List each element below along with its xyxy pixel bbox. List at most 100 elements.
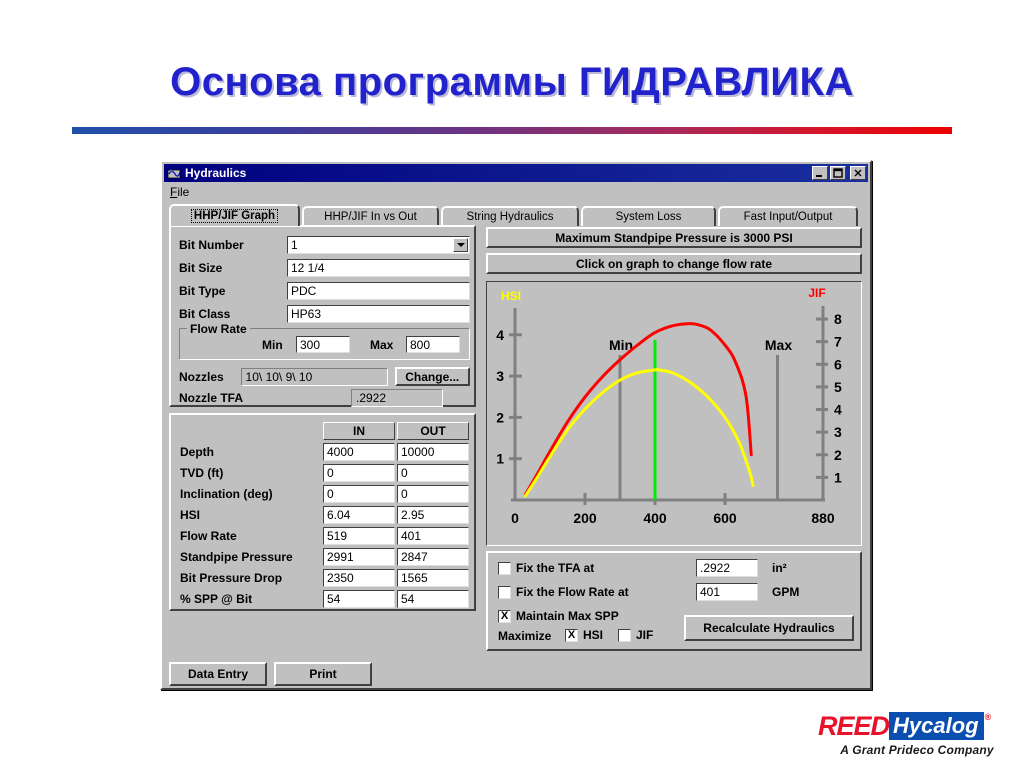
bit-number-combo[interactable]: 1 bbox=[287, 235, 470, 254]
tab-label: Fast Input/Output bbox=[743, 211, 833, 223]
print-button[interactable]: Print bbox=[274, 662, 372, 686]
svg-text:1: 1 bbox=[496, 451, 504, 467]
tab-label: HHP/JIF In vs Out bbox=[324, 211, 417, 223]
window-title: Hydraulics bbox=[185, 166, 247, 180]
row-label: Depth bbox=[180, 444, 214, 459]
cell-in[interactable]: 2350 bbox=[323, 568, 395, 587]
recalculate-hydraulics-button[interactable]: Recalculate Hydraulics bbox=[684, 615, 854, 641]
svg-text:Max: Max bbox=[765, 337, 792, 353]
registered-trademark-icon: ® bbox=[984, 712, 992, 722]
fix-flow-row: Fix the Flow Rate at bbox=[498, 585, 629, 599]
bit-number-label: Bit Number bbox=[179, 237, 244, 252]
fix-flow-rate-input[interactable]: 401 bbox=[696, 583, 758, 601]
logo-wordmark: REED Hycalog ® bbox=[818, 712, 1016, 740]
options-panel: Fix the TFA at .2922 in² Fix the Flow Ra… bbox=[486, 551, 862, 651]
cell-out[interactable]: 401 bbox=[397, 526, 469, 545]
maintain-spp-row: X Maintain Max SPP bbox=[498, 609, 619, 623]
reed-hycalog-logo: REED Hycalog ® A Grant Prideco Company bbox=[818, 712, 1016, 762]
logo-reed-text: REED bbox=[818, 711, 890, 741]
change-nozzles-button[interactable]: Change... bbox=[394, 367, 470, 386]
cell-in[interactable]: 0 bbox=[323, 463, 395, 482]
cell-out[interactable]: 0 bbox=[397, 484, 469, 503]
cell-in[interactable]: 0 bbox=[323, 484, 395, 503]
maximize-icon[interactable] bbox=[830, 166, 846, 180]
tab-string-hydraulics[interactable]: String Hydraulics bbox=[441, 206, 579, 226]
bit-size-input[interactable]: 12 1/4 bbox=[287, 258, 470, 277]
hydraulics-window: Hydraulics FFileile HHP/JIF Graph HHP/JI… bbox=[160, 160, 872, 690]
maximize-jif-checkbox[interactable] bbox=[618, 628, 631, 642]
cell-out[interactable]: 0 bbox=[397, 463, 469, 482]
maximize-hsi-checkbox[interactable]: X bbox=[565, 628, 578, 642]
cell-out[interactable]: 10000 bbox=[397, 442, 469, 461]
svg-text:2: 2 bbox=[496, 409, 504, 425]
hhp-jif-chart[interactable]: 1 2 3 4 1 2 3 4 5 6 7 8 0 200 400 600 880 HSI JIF Min Max bbox=[486, 281, 862, 546]
svg-text:3: 3 bbox=[496, 368, 504, 384]
cell-out[interactable]: 54 bbox=[397, 589, 469, 608]
fix-flow-rate-unit: GPM bbox=[772, 585, 800, 599]
menu-item-file[interactable]: FFileile bbox=[164, 184, 195, 200]
table-row: Depth 4000 10000 bbox=[177, 441, 471, 462]
left-column: Bit Number 1 Bit Size 12 1/4 Bit Type PD… bbox=[169, 225, 476, 655]
fix-tfa-label: Fix the TFA at bbox=[516, 561, 595, 575]
nozzles-value: 10\ 10\ 9\ 10 bbox=[240, 367, 388, 386]
svg-text:8: 8 bbox=[834, 311, 842, 327]
bit-class-input[interactable]: HP63 bbox=[287, 304, 470, 323]
cell-in[interactable]: 519 bbox=[323, 526, 395, 545]
window-titlebar: Hydraulics bbox=[164, 164, 868, 182]
tab-label: System Loss bbox=[615, 211, 682, 223]
svg-text:4: 4 bbox=[496, 327, 504, 343]
right-column: Maximum Standpipe Pressure is 3000 PSI C… bbox=[482, 225, 866, 655]
data-entry-button[interactable]: Data Entry bbox=[169, 662, 267, 686]
table-row: Bit Pressure Drop 2350 1565 bbox=[177, 567, 471, 588]
fix-tfa-input[interactable]: .2922 bbox=[696, 559, 758, 577]
tab-label: String Hydraulics bbox=[466, 211, 554, 223]
cell-in[interactable]: 4000 bbox=[323, 442, 395, 461]
chevron-down-icon[interactable] bbox=[453, 237, 468, 252]
field-row-bit-class: Bit Class HP63 bbox=[179, 304, 470, 323]
flow-max-input[interactable]: 800 bbox=[406, 336, 460, 353]
logo-tagline: A Grant Prideco Company bbox=[840, 743, 994, 757]
cell-in[interactable]: 2991 bbox=[323, 547, 395, 566]
bit-info-panel: Bit Number 1 Bit Size 12 1/4 Bit Type PD… bbox=[169, 225, 476, 407]
menu-bar: FFileile bbox=[164, 183, 868, 201]
row-label: Standpipe Pressure bbox=[180, 549, 293, 564]
flow-min-input[interactable]: 300 bbox=[296, 336, 350, 353]
table-row: Standpipe Pressure 2991 2847 bbox=[177, 546, 471, 567]
svg-text:0: 0 bbox=[511, 510, 519, 526]
cell-in[interactable]: 54 bbox=[323, 589, 395, 608]
column-header-in: IN bbox=[323, 421, 395, 440]
svg-text:5: 5 bbox=[834, 379, 842, 395]
maximize-jif-label: JIF bbox=[636, 628, 654, 642]
row-label: Bit Pressure Drop bbox=[180, 570, 283, 585]
bit-type-input[interactable]: PDC bbox=[287, 281, 470, 300]
tab-system-loss[interactable]: System Loss bbox=[581, 206, 716, 226]
fix-flow-rate-label: Fix the Flow Rate at bbox=[516, 585, 629, 599]
nozzles-label: Nozzles bbox=[179, 369, 224, 384]
title-divider bbox=[72, 127, 952, 134]
svg-text:JIF: JIF bbox=[808, 286, 825, 300]
minimize-icon[interactable] bbox=[812, 166, 828, 180]
cell-out[interactable]: 1565 bbox=[397, 568, 469, 587]
tab-bar: HHP/JIF Graph HHP/JIF In vs Out String H… bbox=[169, 204, 866, 226]
close-icon[interactable] bbox=[850, 166, 866, 180]
field-row-nozzle-tfa: Nozzle TFA .2922 bbox=[179, 388, 470, 407]
cell-out[interactable]: 2.95 bbox=[397, 505, 469, 524]
tab-label: HHP/JIF Graph bbox=[190, 209, 279, 223]
maximize-label: Maximize bbox=[498, 629, 552, 643]
chart-canvas[interactable]: 1234123456780 200 400 600 880HSI JIFMin Max bbox=[487, 282, 861, 545]
cell-in[interactable]: 6.04 bbox=[323, 505, 395, 524]
row-label: % SPP @ Bit bbox=[180, 591, 253, 606]
svg-text:400: 400 bbox=[643, 510, 667, 526]
fix-flow-rate-checkbox[interactable] bbox=[498, 585, 511, 599]
tab-fast-input-output[interactable]: Fast Input/Output bbox=[718, 206, 858, 226]
maintain-max-spp-checkbox[interactable]: X bbox=[498, 609, 511, 623]
tab-hhp-jif-graph[interactable]: HHP/JIF Graph bbox=[169, 204, 300, 226]
cell-out[interactable]: 2847 bbox=[397, 547, 469, 566]
tab-hhp-jif-in-vs-out[interactable]: HHP/JIF In vs Out bbox=[302, 206, 439, 226]
row-label: HSI bbox=[180, 507, 201, 522]
window-controls bbox=[812, 166, 866, 180]
bit-type-label: Bit Type bbox=[179, 283, 226, 298]
field-row-bit-number: Bit Number 1 bbox=[179, 235, 470, 254]
fix-tfa-checkbox[interactable] bbox=[498, 561, 511, 575]
field-row-bit-type: Bit Type PDC bbox=[179, 281, 470, 300]
